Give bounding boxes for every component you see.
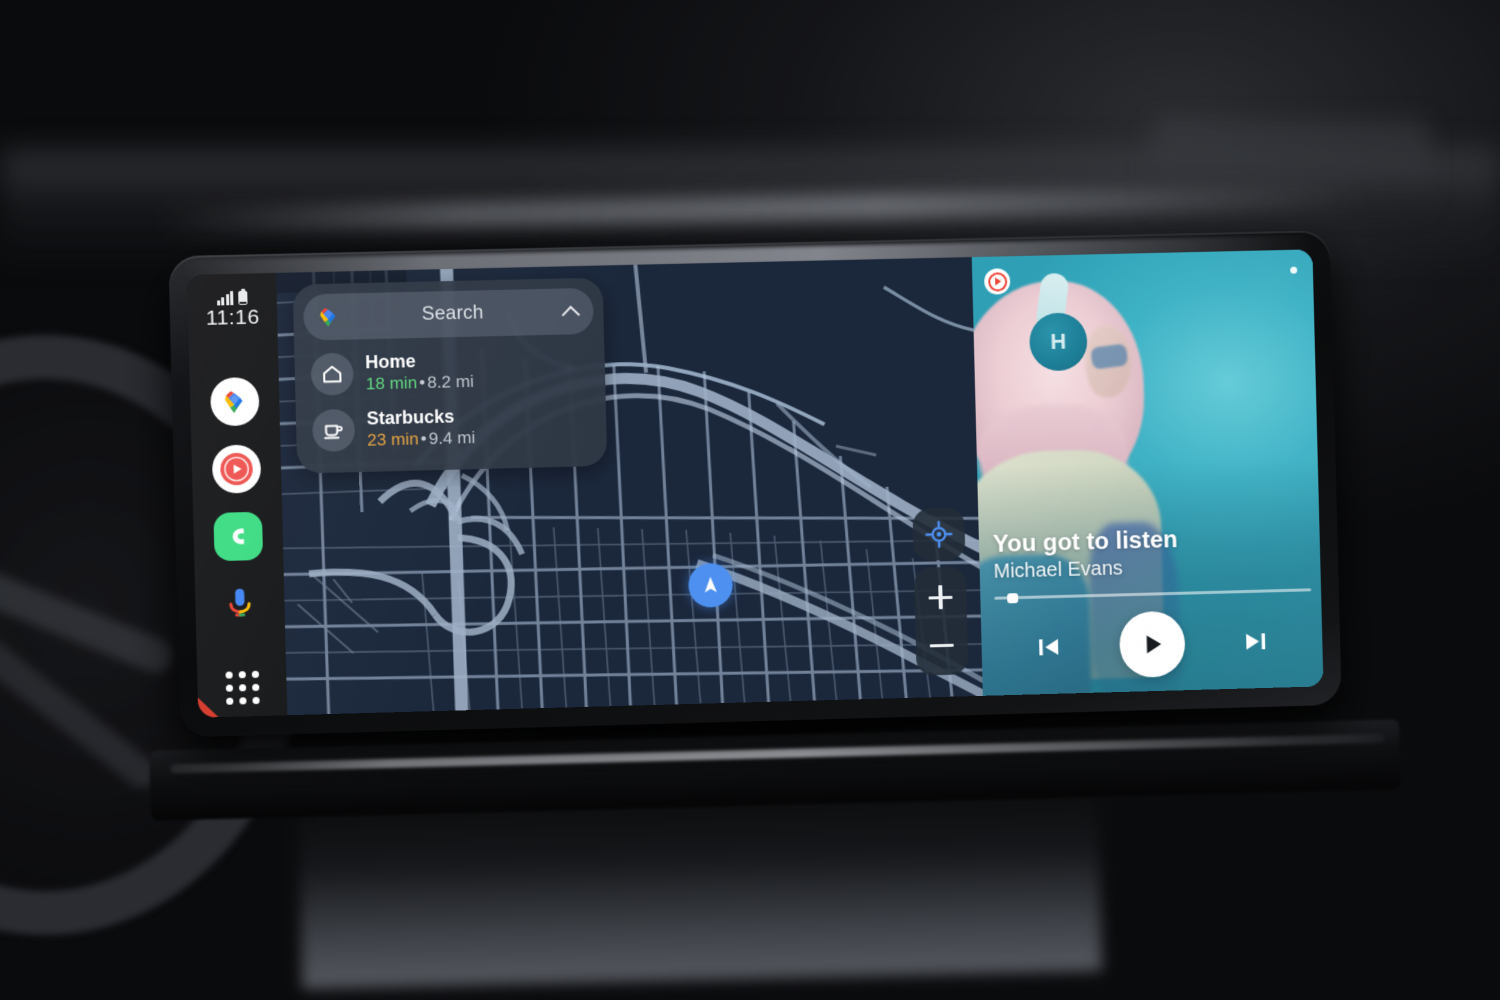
signal-bars-icon: [216, 291, 234, 306]
sidebar-item-apps-grid[interactable]: [219, 665, 265, 710]
meta-separator: •: [418, 372, 426, 392]
destination-name: Home: [364, 351, 416, 373]
search-input[interactable]: Search: [350, 301, 556, 328]
destination-meta: 18 min•8.2 mi: [366, 371, 475, 394]
media-pane[interactable]: H You got to listen Michael Evans: [971, 249, 1324, 696]
infotainment-display: 11:16 Search Home 18 min•8.2 mi Starbuck…: [168, 230, 1342, 738]
sidebar-item-maps[interactable]: [209, 377, 260, 427]
sidebar-item-youtube-music[interactable]: [211, 444, 262, 494]
status-bar: 11:16: [205, 287, 260, 330]
previous-track-button[interactable]: [1027, 625, 1072, 670]
google-assistant-mic-icon: [222, 588, 257, 621]
destination-distance: 8.2 mi: [426, 371, 475, 392]
play-button[interactable]: [1118, 610, 1186, 679]
destination-list: Home 18 min•8.2 mi Starbucks 23 min•9.4 …: [304, 340, 597, 460]
sidebar: 11:16: [187, 272, 288, 718]
zoom-controls: [913, 566, 969, 676]
navigation-arrow-icon: [704, 576, 717, 593]
media-controls: [981, 607, 1323, 682]
zoom-out-button[interactable]: [929, 633, 953, 658]
meta-separator: •: [420, 428, 427, 449]
google-maps-pin-icon: [320, 307, 336, 327]
play-icon: [1146, 635, 1162, 654]
recenter-crosshair-icon: [925, 520, 954, 549]
sidebar-item-phone[interactable]: [213, 511, 264, 562]
media-info: You got to listen Michael Evans: [993, 524, 1307, 584]
search-card: Search Home 18 min•8.2 mi Starbucks 23 m…: [292, 277, 608, 474]
destination-distance: 9.4 mi: [428, 427, 476, 448]
destination-eta: 18 min: [365, 372, 418, 394]
clock: 11:16: [205, 305, 260, 330]
corner-indicator: [197, 697, 219, 718]
sidebar-item-assistant[interactable]: [216, 579, 264, 627]
chevron-up-icon[interactable]: [563, 303, 579, 319]
map-controls: [912, 507, 969, 676]
destination-name: Starbucks: [366, 406, 455, 429]
progress-thumb[interactable]: [1006, 592, 1019, 603]
battery-icon: [238, 290, 248, 305]
screen: 11:16 Search Home 18 min•8.2 mi Starbuck…: [187, 249, 1324, 718]
skip-next-icon: [1245, 633, 1265, 650]
app-rail: [209, 377, 267, 710]
destination-meta: 23 min•9.4 mi: [367, 428, 476, 451]
google-maps-icon: [224, 391, 243, 414]
destination-eta: 23 min: [366, 429, 419, 450]
apps-grid-icon: [224, 671, 233, 679]
destination-row-home[interactable]: Home 18 min•8.2 mi: [304, 340, 595, 403]
map-pane[interactable]: Search Home 18 min•8.2 mi Starbucks 23 m…: [276, 257, 983, 716]
zoom-in-button[interactable]: [928, 585, 952, 610]
status-icons: [205, 287, 259, 306]
skip-previous-icon: [1039, 638, 1059, 656]
next-track-button[interactable]: [1233, 619, 1278, 664]
recenter-button[interactable]: [912, 507, 966, 561]
search-bar[interactable]: Search: [302, 287, 594, 341]
home-icon: [310, 352, 354, 396]
phone-icon: [232, 528, 245, 545]
youtube-music-icon: [219, 452, 254, 486]
coffee-cup-icon: [311, 408, 356, 453]
destination-row-starbucks[interactable]: Starbucks 23 min•9.4 mi: [306, 396, 597, 459]
